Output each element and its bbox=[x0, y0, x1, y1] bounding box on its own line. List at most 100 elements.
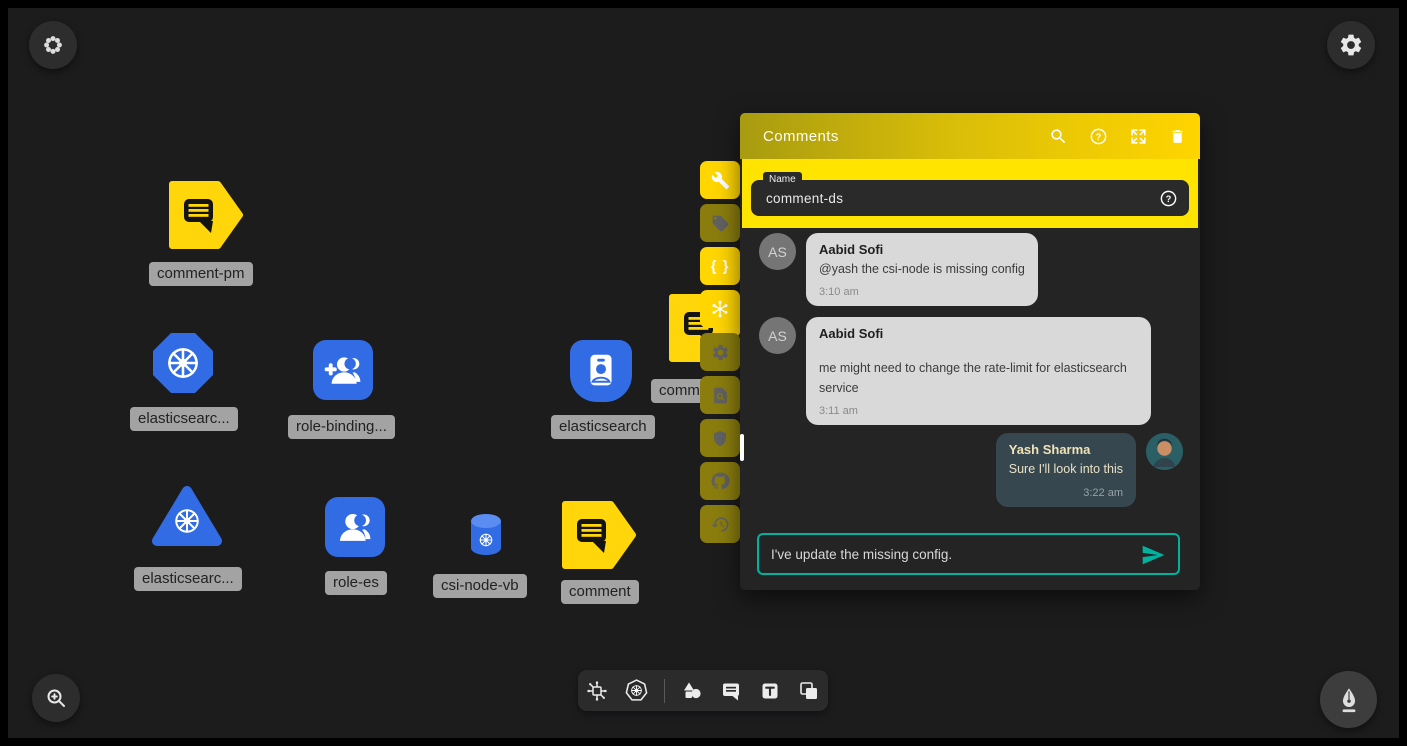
message-bubble: Aabid Sofi @yash the csi-node is missing… bbox=[806, 233, 1038, 306]
comments-panel-header[interactable]: Comments ? bbox=[740, 113, 1200, 159]
message-text: @yash the csi-node is missing config bbox=[819, 260, 1025, 279]
node-graph-icon bbox=[585, 679, 609, 703]
toolbar-wrench-button[interactable] bbox=[700, 161, 740, 199]
svg-text:?: ? bbox=[1166, 194, 1172, 204]
triangle-node-icon bbox=[150, 483, 224, 551]
role-binding-icon bbox=[321, 348, 365, 392]
history-icon bbox=[711, 515, 730, 534]
comments-thread[interactable]: AS Aabid Sofi @yash the csi-node is miss… bbox=[740, 228, 1200, 590]
app-logo-button[interactable] bbox=[29, 21, 77, 69]
gear-icon bbox=[711, 343, 730, 362]
node-label-role-es: role-es bbox=[325, 571, 387, 595]
node-graph-tool-button[interactable] bbox=[585, 679, 609, 703]
name-input[interactable] bbox=[751, 180, 1189, 216]
avatar-photo bbox=[1146, 433, 1183, 470]
node-elasticsearch-serviceaccount[interactable] bbox=[570, 340, 632, 402]
pen-nib-icon bbox=[1335, 686, 1363, 714]
message-author: Aabid Sofi bbox=[819, 242, 1025, 257]
avatar-initials: AS bbox=[759, 317, 796, 354]
toolbar-history-button[interactable] bbox=[700, 505, 740, 543]
toolbar-github-button[interactable] bbox=[700, 462, 740, 500]
toolbar-shield-button[interactable] bbox=[700, 419, 740, 457]
wrench-icon bbox=[711, 171, 730, 190]
toolbar-settings-button[interactable] bbox=[700, 333, 740, 371]
flower-logo-icon bbox=[41, 33, 65, 57]
node-comment-pm[interactable] bbox=[168, 180, 244, 255]
comments-panel: Comments ? bbox=[740, 113, 1200, 590]
role-icon bbox=[333, 505, 377, 549]
image-tool-button[interactable] bbox=[797, 679, 821, 703]
shapes-tool-button[interactable] bbox=[680, 679, 704, 703]
message-bubble: Yash Sharma Sure I'll look into this 3:2… bbox=[996, 433, 1136, 506]
toolbar-doc-search-button[interactable] bbox=[700, 376, 740, 414]
scrollbar-thumb[interactable] bbox=[740, 434, 744, 461]
node-label-role-binding: role-binding... bbox=[288, 415, 395, 439]
help-icon[interactable]: ? bbox=[1089, 127, 1108, 146]
comment-input-wrap bbox=[757, 533, 1180, 575]
comment-shape-icon bbox=[168, 180, 244, 250]
shield-icon bbox=[711, 429, 729, 448]
name-field-label: Name bbox=[763, 172, 802, 188]
trash-icon[interactable] bbox=[1169, 127, 1186, 146]
message-author: Yash Sharma bbox=[1009, 442, 1123, 457]
toolbar-tag-button[interactable] bbox=[700, 204, 740, 242]
message-time: 3:10 am bbox=[819, 286, 1025, 298]
node-label-comment-pm: comment-pm bbox=[149, 262, 253, 286]
node-role-es[interactable] bbox=[325, 497, 385, 557]
tag-icon bbox=[711, 214, 730, 233]
comment-input[interactable] bbox=[759, 535, 1178, 573]
message-text: me might need to change the rate-limit f… bbox=[819, 359, 1138, 398]
comments-panel-title: Comments bbox=[763, 128, 1049, 145]
toolbar-kubernetes-button[interactable] bbox=[700, 290, 740, 328]
image-tool-icon bbox=[797, 679, 821, 703]
comment-message: Yash Sharma Sure I'll look into this 3:2… bbox=[759, 433, 1183, 506]
message-author: Aabid Sofi bbox=[819, 326, 1138, 341]
help-icon[interactable]: ? bbox=[1159, 189, 1178, 208]
kubernetes-wheel-icon bbox=[164, 344, 202, 382]
comment-icon bbox=[719, 679, 743, 703]
send-icon[interactable] bbox=[1140, 542, 1166, 568]
message-time: 3:22 am bbox=[1009, 487, 1123, 499]
avatar-initials: AS bbox=[759, 233, 796, 270]
zoom-in-icon bbox=[44, 686, 68, 710]
kubernetes-components-button[interactable] bbox=[624, 678, 649, 703]
comment-message: AS Aabid Sofi @yash the csi-node is miss… bbox=[759, 233, 1186, 306]
message-text: Sure I'll look into this bbox=[1009, 460, 1123, 479]
node-label-elasticsearch-serviceaccount: elasticsearch bbox=[551, 415, 655, 439]
design-canvas[interactable]: comment-pm elasticsearc... role-binding.… bbox=[0, 0, 1407, 746]
shapes-icon bbox=[680, 679, 704, 703]
node-label-comment: comment bbox=[561, 580, 639, 604]
comment-shape-icon bbox=[561, 500, 637, 570]
expand-icon[interactable] bbox=[1129, 127, 1148, 146]
braces-icon: { } bbox=[711, 258, 730, 275]
node-label-csi-node-vb: csi-node-vb bbox=[433, 574, 527, 598]
settings-button[interactable] bbox=[1327, 21, 1375, 69]
svg-text:?: ? bbox=[1096, 131, 1102, 141]
canvas-bottom-toolbar bbox=[578, 670, 828, 711]
text-tool-icon bbox=[758, 679, 782, 703]
node-comment[interactable] bbox=[561, 500, 637, 575]
node-elasticsearch-triangle[interactable] bbox=[150, 483, 224, 556]
text-tool-button[interactable] bbox=[758, 679, 782, 703]
comment-tool-button[interactable] bbox=[719, 679, 743, 703]
kubernetes-heptagon-icon bbox=[624, 678, 649, 703]
search-icon[interactable] bbox=[1049, 127, 1068, 146]
node-label-elasticsearch-triangle: elasticsearc... bbox=[134, 567, 242, 591]
gear-icon bbox=[1338, 32, 1364, 58]
storage-cylinder-icon bbox=[467, 512, 505, 558]
zoom-in-button[interactable] bbox=[32, 674, 80, 722]
message-time: 3:11 am bbox=[819, 405, 1138, 417]
message-bubble: Aabid Sofi me might need to change the r… bbox=[806, 317, 1151, 425]
toolbar-braces-button[interactable]: { } bbox=[700, 247, 740, 285]
comment-message: AS Aabid Sofi me might need to change th… bbox=[759, 317, 1186, 425]
github-icon bbox=[710, 471, 730, 491]
kubernetes-icon bbox=[709, 298, 731, 320]
node-label-elasticsearch-pod: elasticsearc... bbox=[130, 407, 238, 431]
doc-search-icon bbox=[711, 386, 730, 405]
pen-tool-button[interactable] bbox=[1320, 671, 1377, 728]
toolbar-divider bbox=[664, 679, 665, 703]
node-role-binding[interactable] bbox=[313, 340, 373, 400]
node-csi-node-vb[interactable] bbox=[467, 512, 505, 563]
service-account-icon bbox=[578, 348, 624, 394]
node-elasticsearch-pod[interactable] bbox=[153, 333, 213, 393]
